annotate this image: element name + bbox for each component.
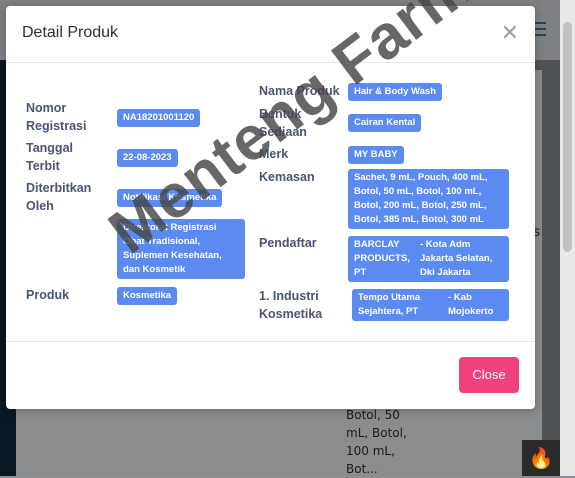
scrollbar[interactable] [560,0,575,476]
label-industri: 1. Industri Kosmetika [259,289,323,321]
label-produk: Produk [26,288,70,302]
industri-name: Tempo Utama Sejahtera, PT [358,292,421,317]
pendaftar-location: - Kota Adm Jakarta Selatan, Dki Jakarta [420,239,493,278]
modal-header: Detail Produk ✕ [6,6,535,63]
value-industri: Tempo Utama Sejahtera, PT - Kab Mojokert… [352,289,509,321]
value-tanggal-terbit: 22-08-2023 [117,149,178,167]
scrollbar-thumb[interactable] [563,22,572,252]
product-detail-modal: Detail Produk ✕ Nomor Registrasi NA18201… [6,0,535,409]
label-pendaftar: Pendaftar [259,236,317,250]
flame-icon[interactable]: 🔥 [522,440,560,476]
value-diterbitkan-oleh: Notifikasi Kosmetika [117,189,223,207]
label-nama-produk: Nama Produk [259,84,340,98]
value-pendaftar: BARCLAY PRODUCTS, PT - Kota Adm Jakarta … [348,236,509,282]
pendaftar-name: BARCLAY PRODUCTS, PT [354,239,410,278]
value-produk: Kosmetika [117,287,178,305]
label-kemasan: Kemasan [259,170,315,184]
label-tanggal-terbit: Tanggal Terbit [26,141,73,173]
label-diterbitkan-oleh: Diterbitkan Oleh [26,181,92,213]
value-merk: MY BABY [348,146,404,164]
label-bentuk-sediaan: Bentuk Sediaan [259,107,307,139]
label-merk: Merk [259,147,289,161]
value-bentuk-sediaan: Cairan Kental [348,114,422,132]
close-icon[interactable]: ✕ [501,23,519,45]
modal-title: Detail Produk [22,24,119,41]
label-nomor-registrasi: Nomor Registrasi [26,101,87,133]
value-nama-produk: Hair & Body Wash [348,83,442,101]
industri-location: - Kab Mojokerto [448,292,494,317]
value-direktorat: Direktorat Registrasi Obat Tradisional, … [117,219,245,279]
value-kemasan: Sachet, 9 mL, Pouch, 400 mL, Botol, 50 m… [348,169,509,229]
modal-footer-divider [6,341,535,342]
value-nomor-registrasi: NA18201001120 [117,109,201,127]
close-button[interactable]: Close [459,357,519,393]
